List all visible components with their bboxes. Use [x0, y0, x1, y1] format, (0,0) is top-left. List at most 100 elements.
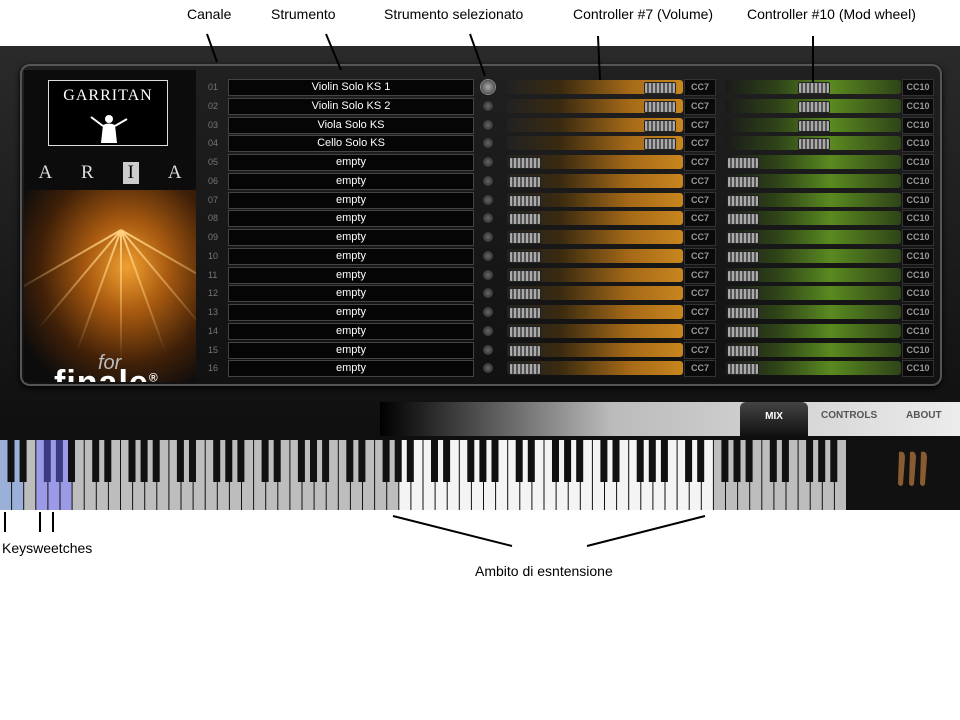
instrument-select-led-icon[interactable] [483, 138, 493, 149]
black-key[interactable] [830, 440, 838, 482]
volume-slider-handle[interactable] [509, 157, 541, 169]
black-key[interactable] [612, 440, 620, 482]
instrument-slot[interactable]: empty [228, 341, 474, 359]
channel-row[interactable]: 03 Viola Solo KS CC7 CC10 [200, 116, 940, 134]
instrument-select-led-icon[interactable] [481, 80, 495, 94]
black-key[interactable] [189, 440, 197, 482]
channel-row[interactable]: 10 empty CC7 CC10 [200, 247, 940, 265]
black-key[interactable] [697, 440, 705, 482]
keyboard-keys[interactable] [0, 440, 850, 510]
volume-slider[interactable] [507, 155, 683, 169]
black-key[interactable] [358, 440, 366, 482]
channel-row[interactable]: 09 empty CC7 CC10 [200, 229, 940, 246]
instrument-select-led-icon[interactable] [483, 344, 493, 355]
black-key[interactable] [92, 440, 100, 482]
instrument-select-led-icon[interactable] [483, 119, 493, 130]
modwheel-slider-handle[interactable] [727, 194, 759, 207]
modwheel-slider-handle[interactable] [727, 325, 759, 338]
volume-slider-handle[interactable] [509, 175, 541, 188]
instrument-slot[interactable]: empty [228, 322, 474, 340]
instrument-slot[interactable]: empty [228, 154, 474, 171]
instrument-slot[interactable]: empty [228, 191, 474, 209]
volume-slider-handle[interactable] [509, 269, 541, 282]
channel-row[interactable]: 07 empty CC7 CC10 [200, 191, 940, 209]
modwheel-slider-handle[interactable] [798, 82, 830, 94]
tab-controls[interactable]: CONTROLS [821, 410, 877, 421]
modwheel-slider[interactable] [725, 342, 901, 357]
black-key[interactable] [297, 440, 305, 482]
volume-slider[interactable] [507, 361, 683, 376]
black-key[interactable] [564, 440, 572, 482]
volume-slider-handle[interactable] [509, 288, 541, 301]
black-key[interactable] [781, 440, 789, 482]
volume-slider[interactable] [507, 211, 683, 226]
modwheel-slider[interactable] [725, 192, 901, 207]
modwheel-slider[interactable] [725, 155, 901, 169]
black-key[interactable] [769, 440, 777, 482]
volume-slider-handle[interactable] [509, 250, 541, 263]
black-key[interactable] [382, 440, 390, 482]
tab-mix[interactable]: MIX [740, 402, 808, 436]
modwheel-slider[interactable] [725, 80, 901, 94]
black-key[interactable] [213, 440, 221, 482]
volume-slider[interactable] [507, 98, 683, 113]
modwheel-slider-handle[interactable] [727, 175, 759, 188]
black-key[interactable] [479, 440, 487, 482]
black-key[interactable] [237, 440, 245, 482]
modwheel-slider-handle[interactable] [727, 213, 759, 226]
channel-row[interactable]: 08 empty CC7 CC10 [200, 210, 940, 228]
black-key[interactable] [55, 440, 63, 482]
instrument-select-led-icon[interactable] [483, 363, 493, 374]
modwheel-slider-handle[interactable] [727, 307, 759, 319]
modwheel-slider[interactable] [725, 98, 901, 113]
channel-row[interactable]: 01 Violin Solo KS 1 CC7 CC10 [200, 79, 940, 96]
instrument-slot[interactable]: empty [228, 172, 474, 190]
volume-slider-handle[interactable] [509, 194, 541, 207]
volume-slider[interactable] [507, 286, 683, 301]
volume-slider-handle[interactable] [509, 344, 541, 357]
volume-slider[interactable] [507, 342, 683, 357]
instrument-slot[interactable]: empty [228, 210, 474, 228]
instrument-select-led-icon[interactable] [483, 232, 493, 242]
black-key[interactable] [394, 440, 402, 482]
modwheel-slider-handle[interactable] [727, 363, 759, 376]
black-key[interactable] [660, 440, 668, 482]
instrument-slot[interactable]: empty [228, 360, 474, 378]
black-key[interactable] [527, 440, 535, 482]
volume-slider-handle[interactable] [643, 119, 676, 132]
volume-slider-handle[interactable] [509, 325, 541, 338]
modwheel-slider-handle[interactable] [727, 344, 759, 357]
black-key[interactable] [818, 440, 826, 482]
modwheel-slider[interactable] [725, 286, 901, 301]
volume-slider-handle[interactable] [643, 100, 676, 113]
black-key[interactable] [685, 440, 693, 482]
instrument-select-led-icon[interactable] [483, 325, 493, 336]
channel-row[interactable]: 13 empty CC7 CC10 [200, 304, 940, 321]
volume-slider[interactable] [507, 230, 683, 244]
instrument-slot[interactable]: Violin Solo KS 1 [228, 79, 474, 96]
black-key[interactable] [152, 440, 160, 482]
modwheel-slider-handle[interactable] [798, 138, 830, 151]
black-key[interactable] [576, 440, 584, 482]
volume-slider[interactable] [507, 192, 683, 207]
volume-slider[interactable] [507, 267, 683, 282]
volume-slider[interactable] [507, 323, 683, 338]
black-key[interactable] [745, 440, 753, 482]
instrument-slot[interactable]: empty [228, 229, 474, 246]
black-key[interactable] [43, 440, 51, 482]
black-key[interactable] [721, 440, 729, 482]
modwheel-slider-handle[interactable] [727, 232, 759, 244]
black-key[interactable] [733, 440, 741, 482]
channel-row[interactable]: 14 empty CC7 CC10 [200, 322, 940, 340]
black-key[interactable] [261, 440, 269, 482]
channel-row[interactable]: 06 empty CC7 CC10 [200, 172, 940, 190]
instrument-select-led-icon[interactable] [483, 269, 493, 280]
channel-row[interactable]: 11 empty CC7 CC10 [200, 266, 940, 284]
modwheel-slider-handle[interactable] [727, 250, 759, 263]
instrument-slot[interactable]: Violin Solo KS 2 [228, 97, 474, 115]
modwheel-slider[interactable] [725, 173, 901, 188]
volume-slider-handle[interactable] [509, 307, 541, 319]
volume-slider-handle[interactable] [509, 213, 541, 226]
instrument-select-led-icon[interactable] [483, 288, 493, 299]
modwheel-slider-handle[interactable] [798, 100, 830, 113]
